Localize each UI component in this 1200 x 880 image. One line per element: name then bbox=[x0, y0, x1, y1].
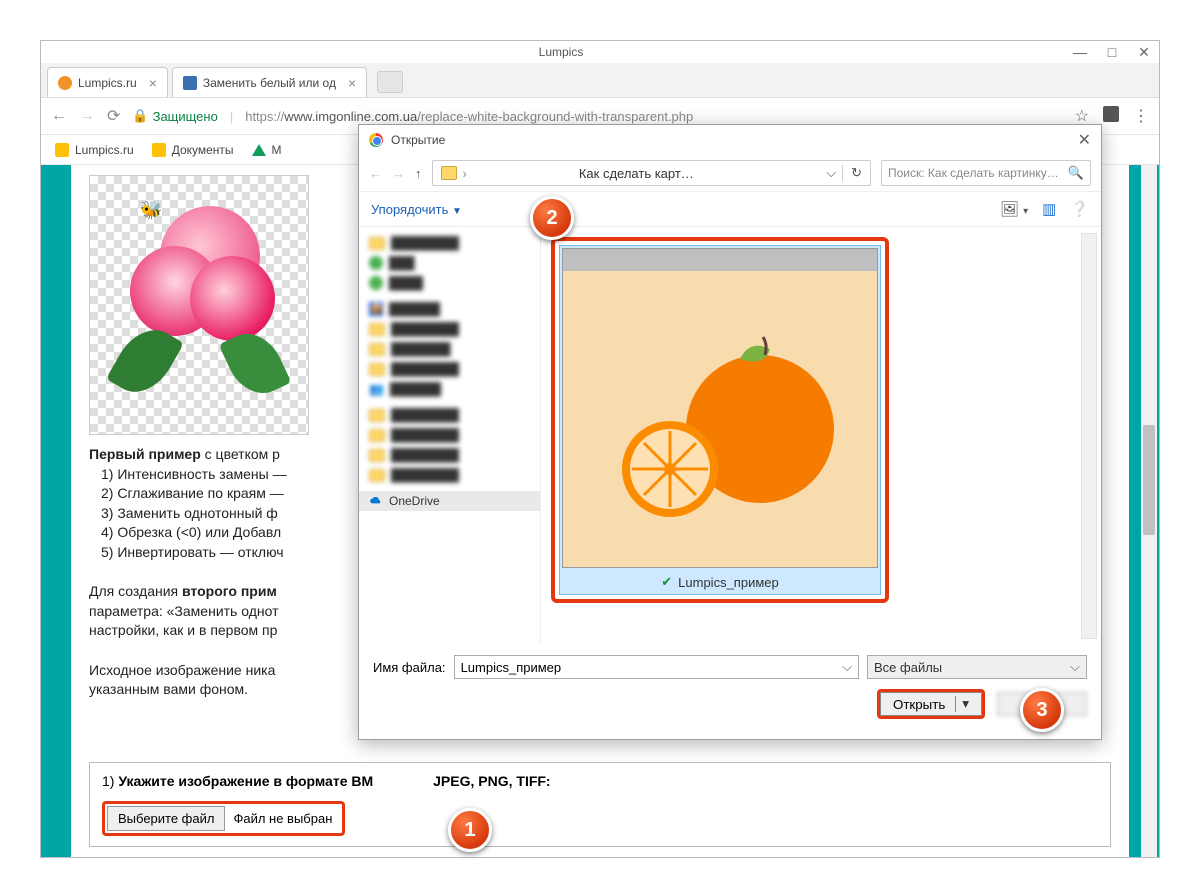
sync-check-icon: ✔ bbox=[661, 574, 672, 590]
tab-label: Заменить белый или од bbox=[203, 76, 336, 90]
tab-lumpics[interactable]: Lumpics.ru × bbox=[47, 67, 168, 97]
tab-imgonline[interactable]: Заменить белый или од × bbox=[172, 67, 367, 97]
file-open-dialog: Открытие ✕ ← → ↑ › Как сделать карт… ⌵ ↻… bbox=[358, 124, 1102, 740]
minimize-button[interactable]: — bbox=[1073, 44, 1087, 61]
star-icon[interactable]: ☆ bbox=[1075, 106, 1089, 126]
drive-icon bbox=[252, 144, 266, 156]
dialog-body: ████████ ███ ████ 📦██████ ████████ █████… bbox=[359, 227, 1101, 645]
open-button[interactable]: Открыть▾ bbox=[880, 692, 982, 716]
tab-label: Lumpics.ru bbox=[78, 76, 137, 90]
new-tab-button[interactable] bbox=[377, 71, 403, 93]
window-controls: — □ ✕ bbox=[1073, 44, 1151, 61]
secure-indicator[interactable]: 🔒 Защищено bbox=[132, 108, 217, 124]
bookmark-item[interactable]: М bbox=[252, 143, 282, 157]
file-input-highlight: Выберите файл Файл не выбран bbox=[102, 801, 345, 836]
window-title: Lumpics bbox=[539, 45, 584, 59]
chevron-down-icon[interactable]: ⌵ bbox=[842, 659, 852, 675]
file-status-text: Файл не выбран bbox=[225, 811, 340, 826]
folder-icon bbox=[441, 166, 457, 180]
close-tab-icon[interactable]: × bbox=[149, 75, 157, 91]
annotation-badge-2: 2 bbox=[530, 196, 574, 240]
nav-forward-button[interactable]: → bbox=[392, 166, 405, 181]
extension-icon[interactable] bbox=[1103, 106, 1119, 122]
favicon-icon bbox=[183, 76, 197, 90]
nav-up-button[interactable]: ↑ bbox=[415, 166, 422, 181]
nav-back-button[interactable]: ← bbox=[369, 166, 382, 181]
refresh-button[interactable]: ↻ bbox=[842, 165, 862, 181]
page-scrollbar[interactable] bbox=[1141, 165, 1157, 857]
bookmark-item[interactable]: Документы bbox=[152, 143, 234, 157]
reload-button[interactable]: ⟳ bbox=[107, 106, 120, 126]
annotation-badge-1: 1 bbox=[448, 808, 492, 852]
pane-scrollbar[interactable] bbox=[1081, 233, 1097, 639]
tab-strip: Lumpics.ru × Заменить белый или од × bbox=[41, 63, 1159, 97]
file-list-pane[interactable]: ✔ Lumpics_пример bbox=[541, 227, 1101, 645]
url-text[interactable]: https://www.imgonline.com.ua/replace-whi… bbox=[245, 109, 693, 124]
choose-file-button[interactable]: Выберите файл bbox=[107, 806, 225, 831]
window-titlebar: Lumpics — □ ✕ bbox=[41, 41, 1159, 63]
annotation-badge-3: 3 bbox=[1020, 688, 1064, 732]
article-text: Первый пример с цветком р 1) Интенсивнос… bbox=[89, 445, 309, 700]
forward-button[interactable]: → bbox=[79, 107, 95, 125]
dialog-titlebar: Открытие ✕ bbox=[359, 125, 1101, 155]
close-tab-icon[interactable]: × bbox=[348, 75, 356, 91]
favicon-icon bbox=[58, 76, 72, 90]
view-mode-button[interactable]: 🖼 ▾ bbox=[1000, 200, 1028, 218]
dialog-nav: ← → ↑ › Как сделать карт… ⌵ ↻ Поиск: Как… bbox=[359, 155, 1101, 191]
folder-icon bbox=[152, 143, 166, 157]
upload-label: 1) Укажите изображение в формате BMJPEG,… bbox=[102, 773, 1098, 789]
filename-label: Имя файла: bbox=[373, 660, 446, 675]
dialog-close-button[interactable]: ✕ bbox=[1078, 130, 1091, 150]
maximize-button[interactable]: □ bbox=[1105, 44, 1119, 61]
file-type-filter[interactable]: Все файлы ⌵ bbox=[867, 655, 1087, 679]
chevron-down-icon[interactable]: ⌵ bbox=[1070, 659, 1080, 675]
chevron-down-icon[interactable]: ▾ bbox=[955, 696, 969, 712]
onedrive-icon bbox=[369, 494, 383, 508]
dialog-title: Открытие bbox=[391, 133, 445, 147]
folder-icon bbox=[55, 143, 69, 157]
bookmark-item[interactable]: Lumpics.ru bbox=[55, 143, 134, 157]
help-button[interactable]: ❔ bbox=[1070, 200, 1089, 218]
dialog-toolbar: Упорядочить ▼ а 🖼 ▾ ▥ ❔ bbox=[359, 191, 1101, 227]
file-thumbnail[interactable]: ✔ Lumpics_пример bbox=[559, 245, 881, 595]
chevron-down-icon: ▼ bbox=[452, 206, 462, 217]
file-caption: ✔ Lumpics_пример bbox=[562, 568, 878, 592]
organize-menu[interactable]: Упорядочить ▼ bbox=[371, 202, 462, 217]
selected-file-highlight: ✔ Lumpics_пример bbox=[551, 237, 889, 603]
close-window-button[interactable]: ✕ bbox=[1137, 44, 1151, 61]
chevron-down-icon[interactable]: ⌵ bbox=[826, 165, 836, 181]
breadcrumb[interactable]: › Как сделать карт… ⌵ ↻ bbox=[432, 160, 872, 186]
back-button[interactable]: ← bbox=[51, 107, 67, 125]
folder-tree[interactable]: ████████ ███ ████ 📦██████ ████████ █████… bbox=[359, 227, 541, 645]
dialog-search-input[interactable]: Поиск: Как сделать картинку… 🔍 bbox=[881, 160, 1091, 186]
open-button-highlight: Открыть▾ bbox=[877, 689, 985, 719]
search-icon: 🔍 bbox=[1068, 165, 1084, 181]
filename-input[interactable]: Lumpics_пример ⌵ bbox=[454, 655, 859, 679]
lock-icon: 🔒 bbox=[132, 108, 148, 124]
preview-pane-button[interactable]: ▥ bbox=[1042, 200, 1056, 218]
menu-icon[interactable]: ⋮ bbox=[1133, 106, 1149, 126]
dialog-footer: Имя файла: Lumpics_пример ⌵ Все файлы ⌵ … bbox=[359, 645, 1101, 739]
upload-section: 1) Укажите изображение в формате BMJPEG,… bbox=[89, 762, 1111, 847]
chrome-icon bbox=[369, 133, 383, 147]
thumbnail-image bbox=[563, 271, 877, 567]
example-image: 🐝 bbox=[89, 175, 309, 435]
tree-onedrive[interactable]: OneDrive bbox=[359, 491, 540, 511]
